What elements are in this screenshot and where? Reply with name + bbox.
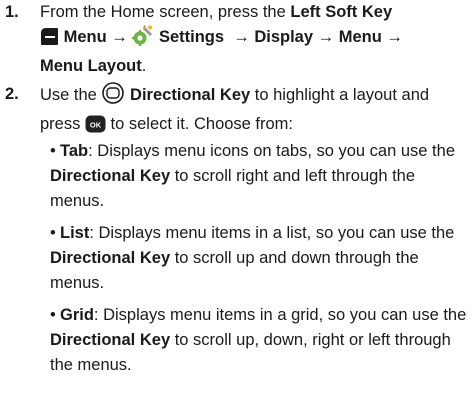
step-1-text: From the Home screen, press the Left Sof… — [40, 0, 468, 79]
arrow-icon: → — [111, 28, 128, 46]
step-number: 1. — [5, 3, 19, 21]
bullet-marker: • — [50, 224, 56, 242]
bullet-marker: • — [50, 142, 56, 160]
list-item: • Grid: Displays menu items in a grid, so… — [50, 303, 470, 378]
settings-icon — [132, 25, 154, 54]
menu-layout-label: Menu Layout — [40, 57, 142, 75]
option-text: : Displays menu icons on tabs, so you ca… — [88, 142, 455, 160]
punctuation: . — [141, 57, 147, 75]
list-item: • Tab: Displays menu icons on tabs, so yo… — [50, 139, 470, 214]
list-item: • List: Displays menu items in a list, so… — [50, 221, 470, 296]
step-text: Use the — [40, 86, 102, 104]
directional-key-label: Directional Key — [50, 167, 171, 185]
arrow-icon: → — [386, 28, 403, 46]
ok-key-icon: OK — [85, 115, 106, 141]
directional-key-label: Directional Key — [50, 331, 171, 349]
option-term: Grid — [60, 306, 94, 324]
directional-key-label: Directional Key — [130, 86, 251, 104]
left-soft-key-label: Left Soft Key — [290, 3, 393, 21]
option-term: List — [60, 224, 90, 242]
display-label: Display — [254, 28, 314, 46]
option-text: : Displays menu items in a list, so you … — [89, 224, 455, 242]
option-text: : Displays menu items in a grid, so you … — [93, 306, 467, 324]
step-number: 2. — [5, 85, 19, 103]
step-text: From the Home screen, press the — [40, 3, 291, 21]
ok-key-text: OK — [90, 120, 102, 129]
menu-label: Menu — [338, 28, 382, 46]
arrow-icon: → — [233, 28, 250, 46]
option-term: Tab — [60, 142, 89, 160]
menu-label: Menu — [63, 28, 107, 46]
left-soft-key-icon — [40, 27, 59, 54]
directional-key-label: Directional Key — [50, 249, 171, 267]
instruction-page: 1. From the Home screen, press the Left … — [0, 0, 472, 419]
arrow-icon: → — [317, 28, 335, 46]
settings-label: Settings — [158, 28, 225, 46]
step-2-text: Use the Directional Key to highlight a l… — [40, 82, 468, 141]
bullet-marker: • — [50, 306, 56, 324]
directional-key-icon — [101, 82, 125, 112]
step-text: to select it. Choose from: — [105, 115, 294, 133]
